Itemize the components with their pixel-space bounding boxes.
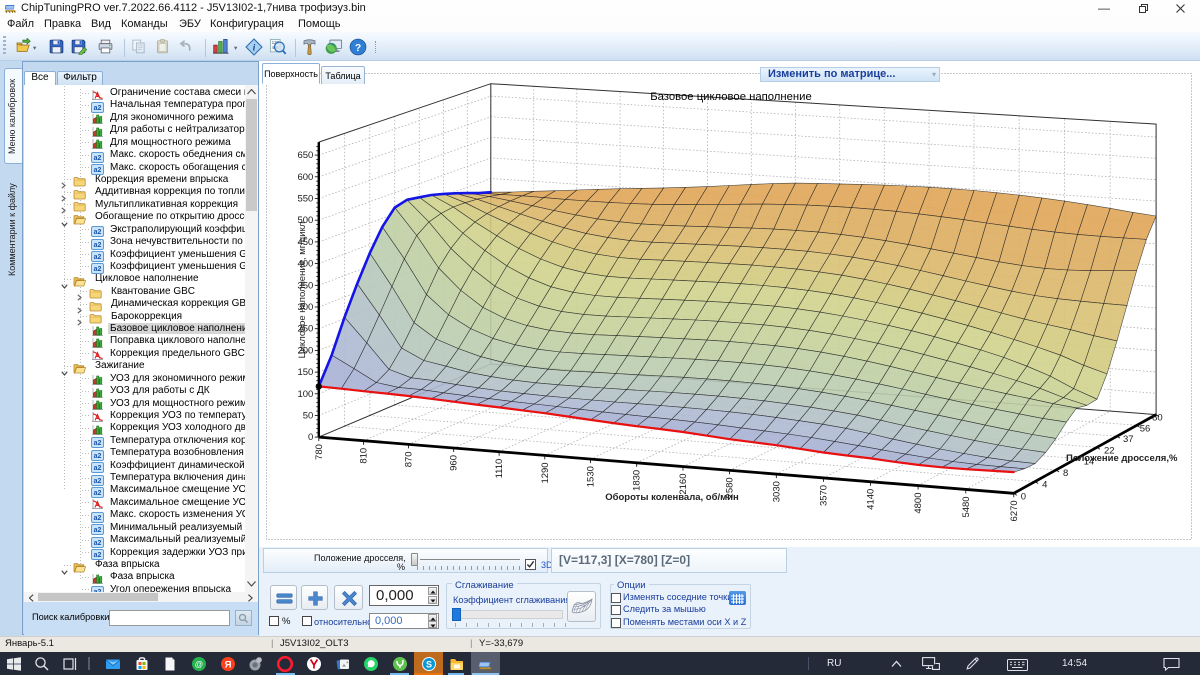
svg-text:1110: 1110 — [494, 459, 505, 479]
svg-text:4800: 4800 — [913, 493, 924, 514]
svg-text:37: 37 — [1123, 434, 1134, 445]
svg-text:5480: 5480 — [961, 496, 972, 517]
svg-text:1530: 1530 — [586, 466, 597, 487]
svg-text:0: 0 — [1021, 491, 1026, 502]
svg-text:3570: 3570 — [818, 485, 829, 506]
svg-text:6270: 6270 — [1009, 500, 1020, 521]
svg-text:3030: 3030 — [771, 481, 782, 502]
svg-text:1830: 1830 — [632, 470, 643, 491]
svg-text:810: 810 — [359, 448, 370, 464]
svg-text:56: 56 — [1140, 423, 1151, 434]
svg-text:650: 650 — [297, 150, 313, 161]
svg-text:100: 100 — [297, 389, 313, 400]
svg-text:0: 0 — [308, 432, 313, 443]
svg-text:80: 80 — [1152, 413, 1163, 424]
svg-text:@: @ — [195, 659, 204, 669]
svg-text:S: S — [426, 660, 432, 670]
svg-text:?: ? — [355, 43, 361, 54]
svg-text:Базовое цикловое наполнение: Базовое цикловое наполнение — [650, 91, 812, 103]
svg-text:Обороты коленвала, об/мин: Обороты коленвала, об/мин — [605, 492, 739, 503]
svg-text:150: 150 — [297, 367, 313, 378]
svg-text:870: 870 — [404, 451, 415, 467]
svg-text:Я: Я — [225, 660, 232, 671]
svg-text:50: 50 — [303, 411, 314, 422]
svg-text:960: 960 — [449, 455, 460, 471]
svg-text:Цикловое наполнение, мг/цикл: Цикловое наполнение, мг/цикл — [297, 222, 308, 359]
svg-text:550: 550 — [297, 194, 313, 205]
svg-text:8: 8 — [1063, 468, 1068, 479]
svg-text:4: 4 — [1042, 480, 1047, 491]
svg-text:780: 780 — [314, 444, 325, 460]
svg-text:600: 600 — [297, 172, 313, 183]
svg-text:4140: 4140 — [866, 489, 877, 510]
svg-text:1290: 1290 — [540, 462, 551, 483]
svg-text:Положение дросселя,%: Положение дросселя,% — [1066, 453, 1178, 464]
